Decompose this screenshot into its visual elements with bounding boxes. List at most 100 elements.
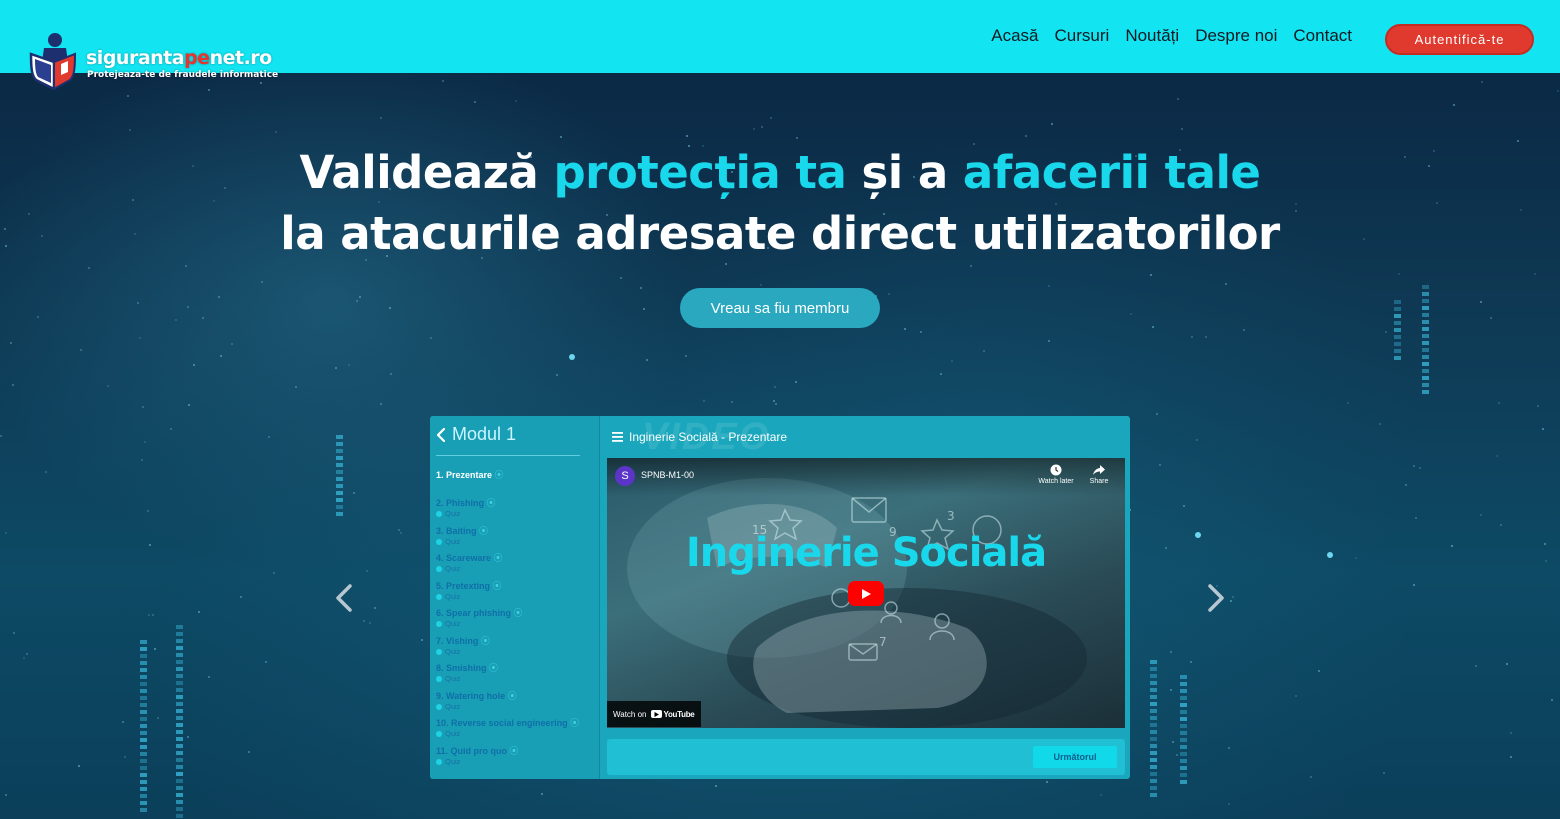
lesson-title-text: 8. Smishing [436, 663, 487, 673]
lesson-title-text: 3. Baiting [436, 525, 477, 536]
lesson-item[interactable]: 7. Vishing ⦿ Quiz [436, 636, 596, 664]
lesson-title: 6. Spear phishing ⦿ [436, 608, 596, 619]
lesson-quiz[interactable]: Quiz [436, 592, 596, 602]
lesson-item[interactable]: 1. Prezentare ⦿ [436, 470, 596, 498]
next-lesson-button[interactable]: Următorul [1033, 746, 1117, 768]
nav-item-acasa[interactable]: Acasă [991, 26, 1038, 46]
lesson-item[interactable]: 6. Spear phishing ⦿ Quiz [436, 608, 596, 636]
lesson-status-icon: ⦿ [476, 525, 489, 536]
lesson-status-icon: ⦿ [511, 608, 523, 618]
lesson-status-icon: ⦿ [484, 498, 496, 508]
quiz-icon [436, 703, 442, 710]
lesson-title-text: 1. Prezentare [436, 470, 493, 480]
svg-text:3: 3 [947, 509, 955, 523]
watch-later-label: Watch later [1038, 478, 1074, 485]
quiz-label: Quiz [445, 729, 461, 738]
site-logo[interactable]: sigurantapenet.ro Protejeaza-te de fraud… [28, 32, 288, 92]
video-player[interactable]: 15 3 9 7 S SPNB-M1-00 Watch later Share … [607, 458, 1125, 728]
lesson-item[interactable]: 11. Quid pro quo ⦿ Quiz [436, 746, 596, 774]
quiz-icon [436, 648, 442, 655]
quiz-label: Quiz [445, 509, 461, 518]
youtube-logo: YouTube [650, 710, 695, 719]
hero-headline: Validează protecția ta și a afacerii tal… [0, 142, 1560, 264]
lesson-quiz[interactable]: Quiz [436, 674, 596, 684]
watch-on-label: Watch on [613, 709, 647, 719]
lesson-status-icon: ⦿ [492, 470, 504, 480]
lesson-quiz[interactable]: Quiz [436, 757, 596, 767]
lesson-title-text: 11. Quid pro quo [436, 745, 508, 756]
video-overlay-title: Inginerie Socială [685, 530, 1047, 576]
watch-later-button[interactable]: Watch later [1034, 464, 1078, 485]
lesson-item[interactable]: 8. Smishing ⦿ Quiz [436, 663, 596, 691]
module-header[interactable]: Modul 1 [436, 424, 580, 456]
lesson-title: 11. Quid pro quo ⦿ [436, 746, 596, 757]
carousel-prev-button[interactable] [332, 580, 356, 616]
lesson-status-icon: ⦿ [490, 580, 502, 591]
carousel-next-button[interactable] [1204, 580, 1228, 616]
quiz-label: Quiz [445, 591, 461, 601]
lesson-quiz[interactable]: Quiz [436, 564, 596, 574]
youtube-play-button[interactable] [848, 581, 884, 606]
lesson-item[interactable]: 10. Reverse social engineering ⦿ Quiz [436, 718, 596, 746]
lesson-title: 4. Scareware ⦿ [436, 553, 596, 564]
lesson-quiz[interactable]: Quiz [436, 509, 596, 519]
lesson-title: 2. Phishing ⦿ [436, 498, 596, 509]
quiz-icon [436, 593, 442, 600]
headline-highlight: protecția ta [553, 146, 847, 199]
lesson-title-text: 5. Pretexting [436, 580, 491, 591]
nav-item-noutati[interactable]: Noutăți [1125, 26, 1179, 46]
share-label: Share [1089, 478, 1109, 485]
clock-icon [1050, 464, 1062, 476]
lesson-item[interactable]: 3. Baiting ⦿ Quiz [436, 526, 596, 554]
lesson-quiz[interactable]: Quiz [436, 729, 596, 739]
headline-line-2: la atacurile adresate direct utilizatori… [280, 207, 1280, 260]
lesson-item[interactable]: 9. Watering hole ⦿ Quiz [436, 691, 596, 719]
lesson-title: 1. Prezentare ⦿ [436, 470, 596, 481]
lesson-item[interactable]: 5. Pretexting ⦿ Quiz [436, 581, 596, 609]
nav-item-despre-noi[interactable]: Despre noi [1195, 26, 1277, 46]
share-button[interactable]: Share [1077, 464, 1121, 485]
quiz-icon [436, 676, 442, 682]
nav-item-cursuri[interactable]: Cursuri [1055, 26, 1110, 46]
quiz-icon [436, 538, 442, 545]
menu-icon[interactable] [612, 432, 623, 442]
lesson-title-text: 4. Scareware [436, 553, 492, 563]
course-preview-slide: Modul 1 1. Prezentare ⦿ 2. Phishing ⦿ Quiz… [430, 416, 1130, 779]
lesson-footer-bar: Următorul [607, 739, 1125, 775]
lesson-quiz[interactable]: Quiz [436, 647, 596, 657]
video-title-label[interactable]: SPNB-M1-00 [641, 470, 694, 480]
svg-text:7: 7 [879, 635, 887, 649]
lesson-quiz[interactable]: Quiz [436, 702, 596, 712]
lesson-item[interactable]: 2. Phishing ⦿ Quiz [436, 498, 596, 526]
lesson-status-icon: ⦿ [478, 635, 490, 646]
site-header: sigurantapenet.ro Protejeaza-te de fraud… [0, 0, 1560, 90]
lesson-title-text: 6. Spear phishing [436, 608, 512, 618]
login-button[interactable]: Autentifică-te [1385, 24, 1534, 55]
lesson-title-text: 9. Watering hole [436, 690, 506, 701]
headline-highlight: afacerii tale [962, 146, 1261, 199]
youtube-logo-icon [650, 710, 662, 718]
become-member-button[interactable]: Vreau sa fiu membru [680, 288, 880, 328]
logo-tagline: Protejeaza-te de fraudele informatice [87, 70, 279, 80]
share-icon [1093, 465, 1105, 475]
lesson-title-text: 10. Reverse social engineering [436, 718, 568, 728]
quiz-label: Quiz [445, 536, 461, 546]
logo-wordmark: sigurantapenet.ro [86, 47, 272, 69]
quiz-label: Quiz [445, 701, 461, 711]
nav-item-contact[interactable]: Contact [1293, 26, 1352, 46]
module-sidebar: Modul 1 1. Prezentare ⦿ 2. Phishing ⦿ Quiz… [430, 416, 600, 779]
quiz-icon [436, 621, 442, 627]
lesson-item[interactable]: 4. Scareware ⦿ Quiz [436, 553, 596, 581]
channel-avatar[interactable]: S [615, 466, 635, 486]
lesson-quiz[interactable]: Quiz [436, 619, 596, 629]
logo-shield-icon [29, 33, 77, 90]
lesson-quiz[interactable]: Quiz [436, 537, 596, 547]
content-header: Inginerie Socială - Prezentare [612, 430, 787, 444]
lesson-title: 3. Baiting ⦿ [436, 526, 596, 537]
main-nav: Acasă Cursuri Noutăți Despre noi Contact [991, 26, 1352, 46]
lesson-title: 7. Vishing ⦿ [436, 636, 596, 647]
watch-on-youtube-link[interactable]: Watch on YouTube [607, 701, 701, 727]
headline-part: și a [846, 146, 963, 199]
lesson-status-icon: ⦿ [486, 663, 499, 673]
quiz-label: Quiz [445, 564, 461, 573]
